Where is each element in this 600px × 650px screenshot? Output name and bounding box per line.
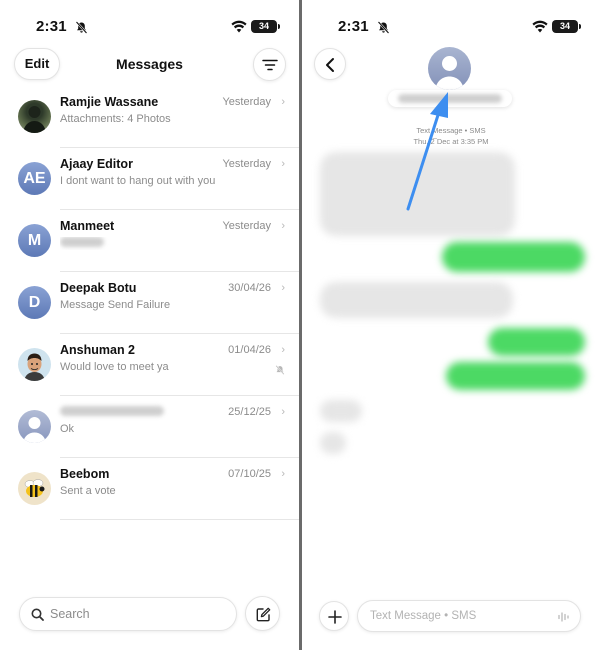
outgoing-message-bubble — [446, 362, 585, 390]
message-input[interactable]: Text Message • SMS — [357, 600, 581, 632]
status-bar: 2:31 34 — [0, 18, 299, 38]
message-preview-blurred — [60, 237, 220, 250]
battery-icon: 34 — [251, 20, 280, 33]
conversation-row[interactable]: M Manmeet Yesterday › — [0, 210, 299, 272]
add-attachment-button[interactable] — [319, 601, 349, 631]
bee-icon — [24, 479, 45, 497]
avatar: M — [18, 224, 51, 257]
memoji-avatar — [24, 353, 45, 381]
message-timestamp: Thu, 2̅ Dec at 3:35 PM — [413, 137, 489, 146]
contact-name: Ajaay Editor — [60, 157, 133, 171]
message-preview: I dont want to hang out with you — [60, 175, 216, 187]
conversation-row[interactable]: D Deepak Botu Message Send Failure 30/04… — [0, 272, 299, 334]
chevron-right-icon: › — [281, 344, 285, 356]
avatar: D — [18, 286, 51, 319]
contact-name: Deepak Botu — [60, 281, 137, 295]
message-preview: Ok — [60, 423, 75, 435]
outgoing-message-bubble — [442, 242, 585, 272]
message-date: Yesterday — [222, 158, 271, 170]
divider — [60, 519, 299, 520]
avatar — [18, 348, 51, 381]
status-time: 2:31 — [338, 18, 369, 35]
incoming-message-bubble — [320, 152, 515, 236]
compose-button[interactable] — [245, 596, 280, 631]
contact-avatar-button[interactable] — [428, 47, 471, 90]
compose-icon — [256, 607, 271, 622]
conversation-row[interactable]: Ok 25/12/25 › — [0, 396, 299, 458]
wifi-icon — [231, 20, 247, 33]
person-icon — [23, 417, 46, 443]
avatar — [18, 100, 51, 133]
chevron-left-icon — [326, 58, 334, 72]
status-bar: 2:31 34 — [302, 18, 600, 38]
person-icon — [435, 56, 464, 90]
back-button[interactable] — [314, 48, 346, 80]
message-preview: Sent a vote — [60, 485, 116, 497]
message-preview: Message Send Failure — [60, 299, 171, 311]
conversation-row[interactable]: Anshuman 2 Would love to meet ya 01/04/2… — [0, 334, 299, 396]
incoming-message-bubble — [320, 400, 362, 422]
status-time: 2:31 — [36, 18, 67, 35]
contact-name-blurred — [398, 94, 502, 103]
message-date: Yesterday — [222, 220, 271, 232]
chevron-right-icon: › — [281, 282, 285, 294]
contact-name: Anshuman 2 — [60, 343, 136, 357]
chevron-right-icon: › — [281, 96, 285, 108]
avatar — [18, 410, 51, 443]
search-input[interactable]: Search — [19, 597, 237, 631]
message-date: Yesterday — [222, 96, 271, 108]
contact-name-blurred — [60, 405, 164, 419]
bell-slash-icon — [377, 21, 390, 34]
incoming-message-bubble — [320, 432, 346, 454]
chevron-right-icon: › — [281, 406, 285, 418]
chevron-right-icon: › — [281, 468, 285, 480]
avatar — [18, 472, 51, 505]
bell-slash-icon — [75, 21, 88, 34]
conversation-list-screen: 2:31 34 Edit Messages Ramjie Wassane Att… — [0, 0, 299, 650]
conversation-row[interactable]: Ramjie Wassane Attachments: 4 Photos Yes… — [0, 86, 299, 148]
chevron-right-icon: › — [281, 220, 285, 232]
plus-icon — [328, 610, 342, 624]
chevron-right-icon: › — [281, 158, 285, 170]
message-input-placeholder: Text Message • SMS — [370, 610, 477, 622]
message-date: 07/10/25 — [228, 468, 271, 480]
contact-name: Manmeet — [60, 219, 115, 233]
battery-icon: 34 — [552, 20, 581, 33]
search-placeholder: Search — [50, 607, 90, 621]
incoming-message-bubble — [320, 282, 513, 318]
search-icon — [31, 608, 44, 621]
conversation-thread-screen: 2:31 34 Text Message • SMS Thu, 2̅ Dec a… — [302, 0, 600, 650]
conversation-list: Ramjie Wassane Attachments: 4 Photos Yes… — [0, 86, 299, 520]
contact-name-pill[interactable] — [388, 90, 512, 107]
contact-name: Ramjie Wassane — [60, 95, 159, 109]
thread-meta: Text Message • SMS Thu, 2̅ Dec at 3:35 P… — [302, 125, 600, 147]
bell-slash-icon — [275, 365, 285, 375]
conversation-row[interactable]: AE Ajaay Editor I dont want to hang out … — [0, 148, 299, 210]
filter-icon — [262, 59, 278, 71]
message-preview: Attachments: 4 Photos — [60, 113, 171, 125]
message-type: Text Message • SMS — [416, 126, 486, 135]
filter-button[interactable] — [253, 48, 286, 81]
outgoing-message-bubble — [488, 328, 585, 356]
message-date: 01/04/26 — [228, 344, 271, 356]
contact-photo — [23, 106, 46, 133]
avatar: AE — [18, 162, 51, 195]
conversation-row[interactable]: Beebom Sent a vote 07/10/25 › — [0, 458, 299, 520]
message-date: 30/04/26 — [228, 282, 271, 294]
wifi-icon — [532, 20, 548, 33]
message-preview: Would love to meet ya — [60, 361, 169, 373]
waveform-icon — [558, 612, 569, 622]
message-date: 25/12/25 — [228, 406, 271, 418]
contact-name: Beebom — [60, 467, 110, 481]
